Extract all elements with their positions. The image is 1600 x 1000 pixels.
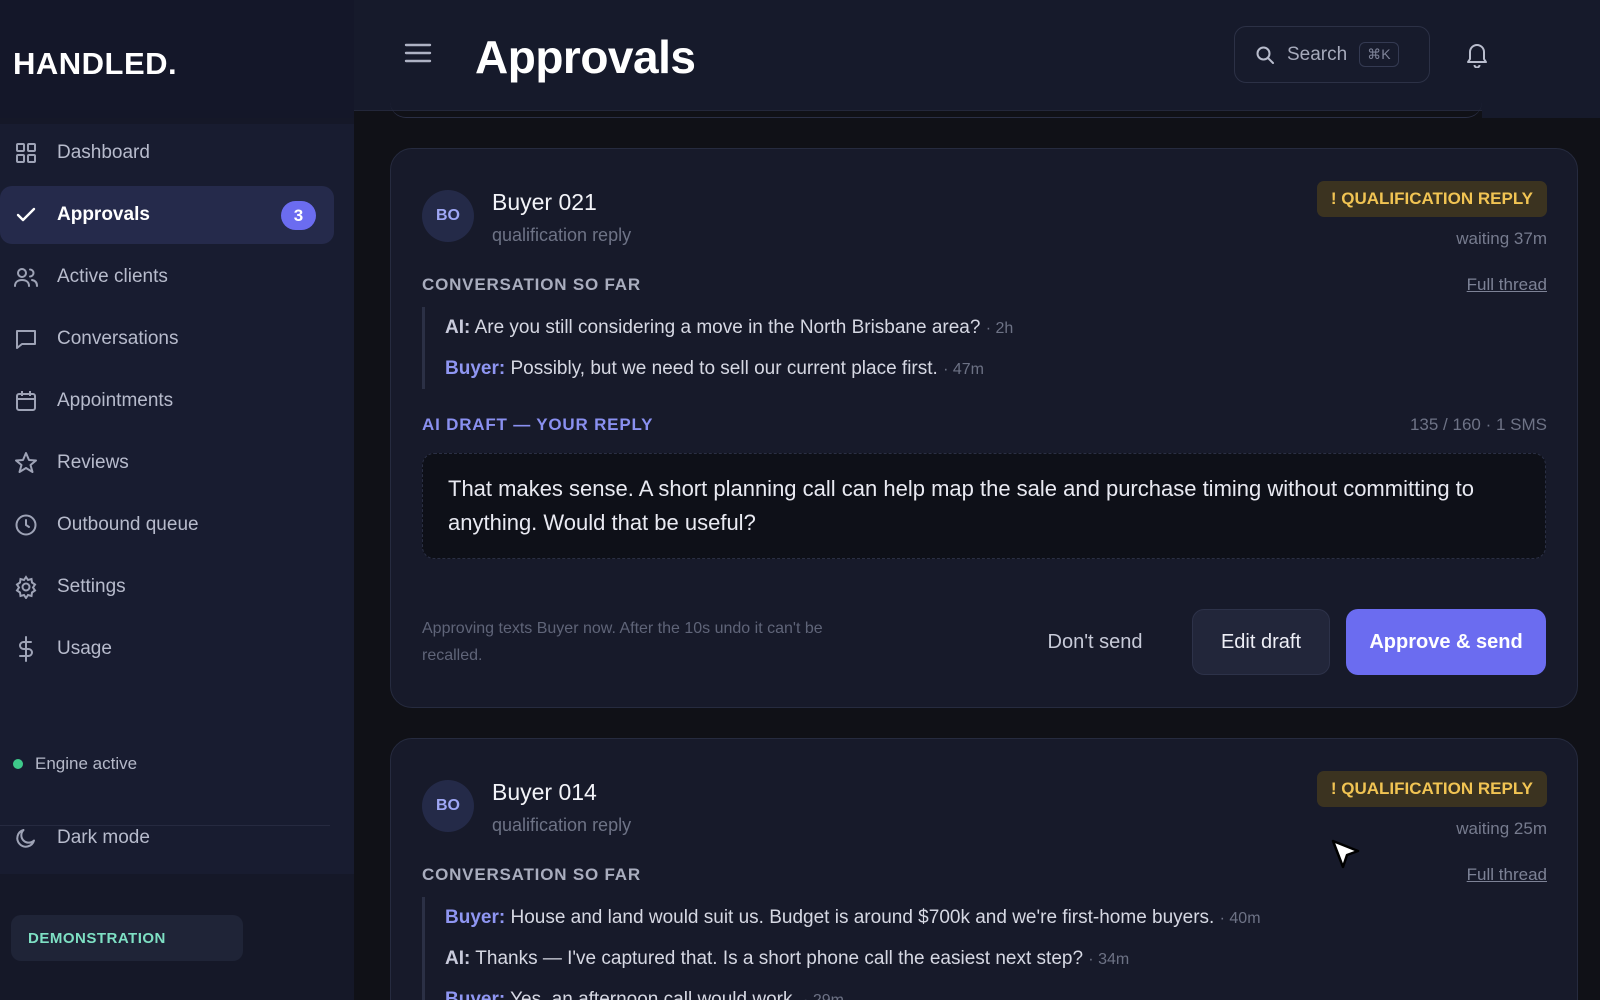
message: AI: Thanks — I've captured that. Is a sh… [445,938,1522,979]
message-text: House and land would suit us. Budget is … [510,907,1215,928]
sidebar-item-conversations[interactable]: Conversations [0,310,334,368]
draft-char-count: 135 / 160 · 1 SMS [1409,415,1547,434]
brand-logo[interactable]: HANDLED. [13,46,177,82]
conversation-thread: Buyer: House and land would suit us. Bud… [422,897,1522,1000]
full-thread-link[interactable]: Full thread [1467,865,1547,885]
message: AI: Are you still considering a move in … [445,307,1522,348]
search-input[interactable]: Search ⌘K [1234,26,1430,83]
sidebar: HANDLED. Dashboard Approvals 3 Active cl… [0,0,354,1000]
search-label: Search [1287,43,1348,65]
message-text: Yes, an afternoon call would work. [510,989,798,1000]
edit-draft-button[interactable]: Edit draft [1192,609,1330,675]
message-sender: AI: [445,317,471,338]
buyer-subtitle: qualification reply [492,815,632,835]
message-time: · 2h [985,320,1014,337]
message-sender: Buyer: [445,358,506,379]
moon-icon [12,824,40,852]
sidebar-item-approvals[interactable]: Approvals 3 [0,186,334,244]
message-time: · 40m [1219,910,1261,927]
conversation-label: CONVERSATION SO FAR [422,865,641,884]
message-sender: Buyer: [445,989,506,1000]
search-shortcut: ⌘K [1359,42,1399,67]
bell-icon[interactable] [1464,40,1490,68]
sidebar-item-active-clients[interactable]: Active clients [0,248,334,306]
approval-card: BO Buyer 014 qualification reply ! QUALI… [390,738,1578,1000]
message-time: · 47m [943,361,985,378]
status-dot [13,759,23,769]
demonstration-badge: DEMONSTRATION [11,915,243,961]
search-icon [1255,45,1275,65]
avatar: BO [422,780,474,832]
sidebar-item-dashboard[interactable]: Dashboard [0,124,334,182]
dark-mode-label: Dark mode [57,827,150,848]
clock-icon [12,511,40,539]
buyer-name: Buyer 021 [492,189,597,215]
check-icon [12,201,40,229]
star-icon [12,449,40,477]
grid-icon [12,139,40,167]
message-time: · 34m [1088,951,1130,968]
sidebar-item-settings[interactable]: Settings [0,558,334,616]
gear-icon [12,573,40,601]
sidebar-item-appointments[interactable]: Appointments [0,372,334,430]
engine-status: Engine active [13,754,137,774]
full-thread-link[interactable]: Full thread [1467,275,1547,295]
approval-card: BO Buyer 021 qualification reply ! QUALI… [390,148,1578,708]
sidebar-item-label: Conversations [57,328,179,349]
buyer-name: Buyer 014 [492,779,597,805]
sidebar-item-label: Dashboard [57,142,150,163]
dollar-icon [12,635,40,663]
message-text: Possibly, but we need to sell our curren… [510,358,938,379]
waiting-time: waiting 37m [1456,229,1547,248]
status-badge: ! QUALIFICATION REPLY [1316,771,1547,807]
draft-reply-text[interactable]: That makes sense. A short planning call … [422,453,1546,559]
waiting-time: waiting 25m [1456,819,1547,838]
buyer-subtitle: qualification reply [492,225,632,245]
approvals-count-badge: 3 [281,201,316,230]
chat-icon [12,325,40,353]
brand-area: HANDLED. [0,0,354,118]
message: Buyer: House and land would suit us. Bud… [445,897,1522,938]
mouse-cursor-icon [1330,838,1362,872]
message-text: Thanks — I've captured that. Is a short … [475,948,1084,969]
sidebar-item-label: Settings [57,576,126,597]
engine-status-label: Engine active [35,754,138,773]
message-sender: Buyer: [445,907,506,928]
approval-note: Approving texts Buyer now. After the 10s… [422,620,823,664]
header-right-area [1482,0,1600,118]
page-title: Approvals [475,31,696,83]
sidebar-item-label: Approvals [57,204,150,225]
sidebar-item-label: Active clients [57,266,168,287]
sidebar-item-label: Reviews [57,452,129,473]
users-icon [12,263,40,291]
sidebar-item-usage[interactable]: Usage [0,620,334,678]
message-sender: AI: [445,948,471,969]
sidebar-item-label: Outbound queue [57,514,199,535]
avatar: BO [422,190,474,242]
previous-card-edge [390,100,1482,118]
top-header: Approvals Search ⌘K [354,0,1482,111]
sidebar-item-reviews[interactable]: Reviews [0,434,334,492]
approve-send-button[interactable]: Approve & send [1346,609,1546,675]
message: Buyer: Yes, an afternoon call would work… [445,979,1522,1000]
sidebar-item-label: Usage [57,638,112,659]
message-text: Are you still considering a move in the … [474,317,981,338]
sidebar-item-label: Appointments [57,390,174,411]
message: Buyer: Possibly, but we need to sell our… [445,348,1522,389]
conversation-label: CONVERSATION SO FAR [422,275,641,294]
status-badge: ! QUALIFICATION REPLY [1316,181,1547,217]
dark-mode-toggle[interactable]: Dark mode [12,824,150,852]
dont-send-button[interactable]: Don't send [1031,609,1159,675]
sidebar-item-outbound-queue[interactable]: Outbound queue [0,496,334,554]
menu-icon[interactable] [404,40,432,66]
draft-label: AI DRAFT — YOUR REPLY [422,415,654,434]
message-time: · 29m [803,992,844,1000]
conversation-thread: AI: Are you still considering a move in … [422,307,1522,389]
calendar-icon [12,387,40,415]
